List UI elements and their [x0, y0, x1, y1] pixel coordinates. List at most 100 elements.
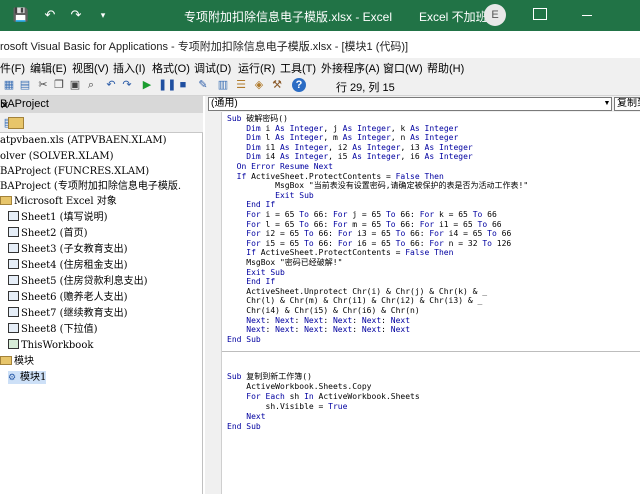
object-browser-icon[interactable]: ◈	[252, 78, 266, 92]
code-line[interactable]: For l = 65 To 66: For m = 65 To 66: For …	[227, 220, 501, 230]
tree-item-excel-objects[interactable]: Microsoft Excel 对象	[0, 195, 117, 208]
help-icon[interactable]: ?	[292, 78, 306, 92]
tree-item-sheet2[interactable]: Sheet2 (首页)	[8, 227, 88, 240]
user-name[interactable]: Excel 不加班	[419, 8, 488, 25]
chevron-down-icon[interactable]: ▼	[602, 98, 612, 110]
code-line[interactable]: Chr(i4) & Chr(i5) & Chr(i6) & Chr(n)	[227, 306, 419, 316]
object-combo-value: (通用)	[211, 98, 238, 109]
code-line[interactable]: Chr(l) & Chr(m) & Chr(i1) & Chr(i2) & Ch…	[227, 296, 482, 306]
tree-item-sheet3[interactable]: Sheet3 (子女教育支出)	[8, 243, 128, 256]
tree-item-thisworkbook[interactable]: ThisWorkbook	[8, 339, 93, 352]
code-margin[interactable]	[205, 112, 222, 494]
tree-item-solver[interactable]: olver (SOLVER.XLAM)	[0, 150, 114, 163]
tree-item-sheet5[interactable]: Sheet5 (住房贷款利息支出)	[8, 275, 148, 288]
worksheet-icon	[8, 323, 19, 333]
code-line[interactable]: Sub 破解密码()	[227, 114, 288, 124]
menu-debug[interactable]: 调试(D)	[194, 60, 231, 76]
code-line[interactable]: End Sub	[227, 422, 261, 432]
menu-file[interactable]: 件(F)	[0, 60, 25, 76]
tree-item-sheet6[interactable]: Sheet6 (赡养老人支出)	[8, 291, 128, 304]
redo-icon[interactable]: ↷	[67, 6, 85, 24]
save-icon[interactable]: 💾	[12, 6, 30, 24]
menu-format[interactable]: 格式(O)	[152, 60, 190, 76]
code-line[interactable]: End If	[227, 200, 275, 210]
code-line[interactable]: Exit Sub	[227, 191, 314, 201]
code-line[interactable]: End If	[227, 277, 275, 287]
menu-window[interactable]: 窗口(W)	[383, 60, 423, 76]
code-line[interactable]: ActiveSheet.Unprotect Chr(i) & Chr(j) & …	[227, 287, 487, 297]
tree-item-label: Sheet2 (首页)	[21, 228, 88, 239]
code-line[interactable]: On Error Resume Next	[227, 162, 333, 172]
toggle-folders-icon[interactable]	[8, 117, 24, 129]
find-icon[interactable]: ⌕	[84, 78, 98, 92]
excel-window-title: 专项附加扣除信息电子模版.xlsx - Excel	[184, 10, 393, 24]
redo-icon-vbe[interactable]: ↷	[120, 78, 134, 92]
tree-item-funcres[interactable]: BAProject (FUNCRES.XLAM)	[0, 165, 149, 178]
menu-tools[interactable]: 工具(T)	[280, 60, 316, 76]
undo-icon-vbe[interactable]: ↶	[104, 78, 118, 92]
tree-item-sheet7[interactable]: Sheet7 (继续教育支出)	[8, 307, 128, 320]
tree-item-label: Sheet3 (子女教育支出)	[21, 244, 128, 255]
tree-item-vbaproject[interactable]: BAProject (专项附加扣除信息电子模版.	[0, 180, 181, 193]
code-line[interactable]: Next: Next: Next: Next: Next: Next	[227, 325, 410, 335]
tree-item-label: Sheet1 (填写说明)	[21, 212, 108, 223]
undo-icon[interactable]: ↶	[41, 6, 59, 24]
code-line[interactable]: If ActiveSheet.ProtectContents = False T…	[227, 248, 453, 258]
tree-item-atpvbaen[interactable]: atpvbaen.xls (ATPVBAEN.XLAM)	[0, 134, 167, 147]
copy-icon[interactable]: ❐	[52, 78, 66, 92]
menu-view[interactable]: 视图(V)	[72, 60, 109, 76]
properties-icon[interactable]: ☰	[234, 78, 248, 92]
break-icon[interactable]: ❚❚	[158, 78, 176, 92]
vbe-window-title: rosoft Visual Basic for Applications - 专…	[0, 41, 409, 53]
code-line[interactable]: For i2 = 65 To 66: For i3 = 65 To 66: Fo…	[227, 229, 511, 239]
tree-item-label: Microsoft Excel 对象	[14, 196, 117, 207]
quick-access-customize-icon[interactable]: ▾	[94, 6, 112, 24]
design-mode-icon[interactable]: ✎	[196, 78, 210, 92]
code-line[interactable]: Dim i4 As Integer, i5 As Integer, i6 As …	[227, 152, 472, 162]
tree-item-sheet1[interactable]: Sheet1 (填写说明)	[8, 211, 108, 224]
code-line[interactable]: Dim l As Integer, m As Integer, n As Int…	[227, 133, 458, 143]
code-line[interactable]: For Each sh In ActiveWorkbook.Sheets	[227, 392, 419, 402]
code-line[interactable]: MsgBox "当前表没有设置密码,请确定被保护的表是否为活动工作表!"	[227, 181, 528, 191]
tree-item-modules-folder[interactable]: 模块	[0, 355, 34, 368]
code-line[interactable]: End Sub	[227, 335, 261, 345]
ribbon-display-options-icon[interactable]	[533, 8, 547, 20]
code-line[interactable]: Exit Sub	[227, 268, 285, 278]
menu-edit[interactable]: 编辑(E)	[30, 60, 67, 76]
object-combo[interactable]: (通用) ▼	[208, 97, 612, 111]
view-excel-icon[interactable]: ▦	[2, 78, 16, 92]
code-line[interactable]: Dim i As Integer, j As Integer, k As Int…	[227, 124, 458, 134]
reset-icon[interactable]: ■	[176, 78, 190, 92]
menu-addins[interactable]: 外接程序(A)	[321, 60, 380, 76]
procedure-bar: (通用) ▼ 复制到	[205, 96, 640, 112]
project-explorer-icon[interactable]: ▥	[216, 78, 230, 92]
code-line[interactable]: sh.Visible = True	[227, 402, 348, 412]
avatar[interactable]: E	[484, 4, 506, 26]
code-line[interactable]: For i5 = 65 To 66: For i6 = 65 To 66: Fo…	[227, 239, 511, 249]
worksheet-icon	[8, 275, 19, 285]
cursor-position: 行 29, 列 15	[336, 82, 395, 94]
procedure-combo[interactable]: 复制到	[614, 97, 640, 111]
cut-icon[interactable]: ✂	[36, 78, 50, 92]
code-line[interactable]: Next	[227, 412, 265, 422]
minimize-icon[interactable]	[582, 15, 592, 16]
code-line[interactable]: Next: Next: Next: Next: Next: Next	[227, 316, 410, 326]
menu-run[interactable]: 运行(R)	[238, 60, 275, 76]
code-line[interactable]: ActiveWorkbook.Sheets.Copy	[227, 382, 371, 392]
paste-icon[interactable]: ▣	[68, 78, 82, 92]
tree-item-sheet4[interactable]: Sheet4 (住房租金支出)	[8, 259, 128, 272]
code-line[interactable]: MsgBox "密码已经破解!"	[227, 258, 342, 268]
tree-item-module1[interactable]: ⚙ 模块1	[8, 371, 47, 384]
run-icon[interactable]: ▶	[140, 78, 154, 92]
folder-icon	[0, 356, 12, 365]
code-line[interactable]: Sub 复制到新工作簿()	[227, 372, 312, 382]
menu-help[interactable]: 帮助(H)	[427, 60, 464, 76]
menu-insert[interactable]: 插入(I)	[113, 60, 145, 76]
code-line[interactable]: Dim i1 As Integer, i2 As Integer, i3 As …	[227, 143, 472, 153]
project-explorer-header: BAProject ✕	[0, 96, 203, 113]
tree-item-sheet8[interactable]: Sheet8 (下拉值)	[8, 323, 98, 336]
insert-module-icon[interactable]: ▤	[18, 78, 32, 92]
tree-item-label: ThisWorkbook	[21, 340, 94, 351]
toolbox-icon[interactable]: ⚒	[270, 78, 284, 92]
code-line[interactable]: For i = 65 To 66: For j = 65 To 66: For …	[227, 210, 497, 220]
